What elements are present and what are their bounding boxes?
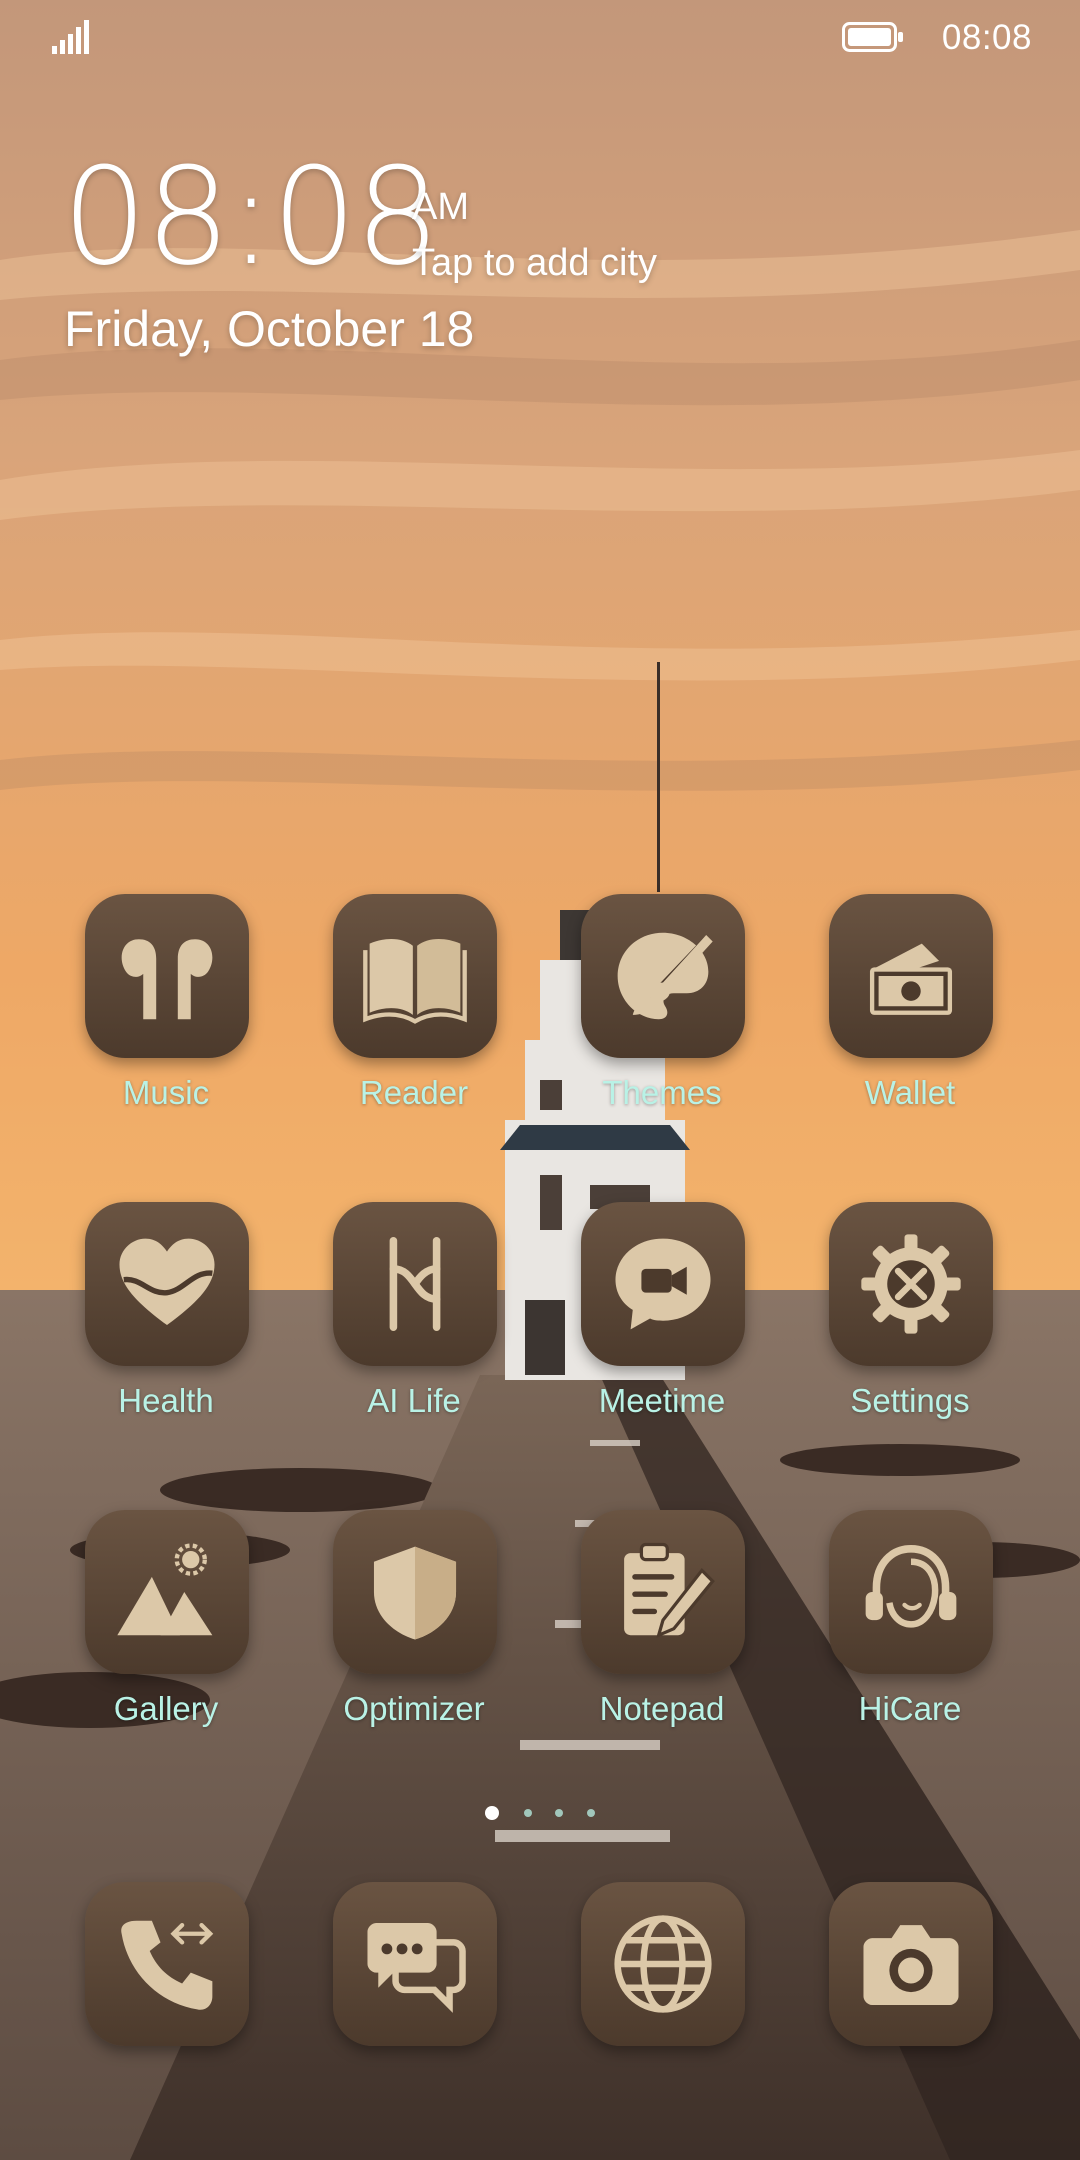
messages-icon: [367, 1922, 466, 2013]
dock-messages[interactable]: [314, 1882, 514, 2052]
app-tile: [85, 1510, 249, 1674]
signal-icon: [52, 20, 89, 54]
status-bar: 08:08: [0, 0, 1080, 76]
app-tile: [85, 1202, 249, 1366]
app-health[interactable]: Health: [66, 1202, 266, 1462]
app-tile: [829, 1510, 993, 1674]
app-tile: [85, 894, 249, 1058]
dock-browser[interactable]: [562, 1882, 762, 2052]
app-label: HiCare: [858, 1690, 962, 1727]
app-tile: [829, 1882, 993, 2046]
app-optimizer[interactable]: Optimizer: [314, 1510, 514, 1770]
browser-globe-icon: [614, 1915, 712, 2013]
app-meetime[interactable]: Meetime: [562, 1202, 762, 1462]
app-reader[interactable]: Reader: [314, 894, 514, 1154]
phone-icon: [121, 1920, 214, 2010]
ai-life-icon: [389, 1237, 441, 1331]
camera-icon: [863, 1925, 959, 2006]
app-tile: [333, 894, 497, 1058]
app-wallet[interactable]: Wallet: [810, 894, 1010, 1154]
page-dot-active: [485, 1806, 499, 1820]
app-tile: [333, 1510, 497, 1674]
app-label: AI Life: [367, 1382, 461, 1419]
app-notepad[interactable]: Notepad: [562, 1510, 762, 1770]
gear-icon: [861, 1234, 961, 1334]
app-themes[interactable]: Themes: [562, 894, 762, 1154]
app-label: Reader: [359, 1074, 469, 1111]
app-tile: [581, 894, 745, 1058]
paintbrush-icon: [617, 932, 713, 1020]
page-indicator: [485, 1804, 605, 1824]
clock-date: Friday, October 18: [64, 301, 475, 357]
app-tile: [85, 1882, 249, 2046]
app-tile: [581, 1510, 745, 1674]
app-label: Wallet: [864, 1074, 956, 1111]
page-dot: [524, 1809, 532, 1817]
app-label: Music: [122, 1074, 210, 1111]
clock-time: 08:08: [62, 139, 440, 295]
clipboard-pen-icon: [624, 1542, 715, 1639]
heart-icon: [119, 1238, 215, 1326]
battery-icon: [842, 22, 903, 52]
app-tile: [581, 1882, 745, 2046]
app-label: Notepad: [599, 1690, 725, 1727]
app-tile: [333, 1202, 497, 1366]
earbuds-icon: [121, 939, 213, 1020]
app-ai-life[interactable]: AI Life: [314, 1202, 514, 1462]
app-tile: [829, 1202, 993, 1366]
wallet-icon: [869, 943, 953, 1015]
app-label: Gallery: [113, 1690, 219, 1727]
clock-am-pm: AM: [412, 186, 469, 228]
page-dot: [555, 1809, 563, 1817]
app-gallery[interactable]: Gallery: [66, 1510, 266, 1770]
add-city-link[interactable]: Tap to add city: [412, 242, 657, 285]
app-settings[interactable]: Settings: [810, 1202, 1010, 1462]
app-hicare[interactable]: HiCare: [810, 1510, 1010, 1770]
shield-icon: [373, 1546, 457, 1640]
status-time: 08:08: [941, 18, 1032, 57]
app-label: Settings: [850, 1382, 970, 1419]
video-chat-icon: [615, 1238, 711, 1330]
app-label: Themes: [602, 1074, 722, 1111]
mountain-photo-icon: [117, 1543, 213, 1636]
dock-phone[interactable]: [66, 1882, 266, 2052]
app-tile: [333, 1882, 497, 2046]
app-tile: [829, 894, 993, 1058]
open-book-icon: [363, 938, 467, 1024]
dock-camera[interactable]: [810, 1882, 1010, 2052]
app-label: Meetime: [598, 1382, 726, 1419]
page-dot: [587, 1809, 595, 1817]
app-music[interactable]: Music: [66, 894, 266, 1154]
app-label: Optimizer: [343, 1690, 485, 1727]
app-label: Health: [118, 1382, 214, 1419]
headset-icon: [865, 1545, 957, 1628]
app-tile: [581, 1202, 745, 1366]
